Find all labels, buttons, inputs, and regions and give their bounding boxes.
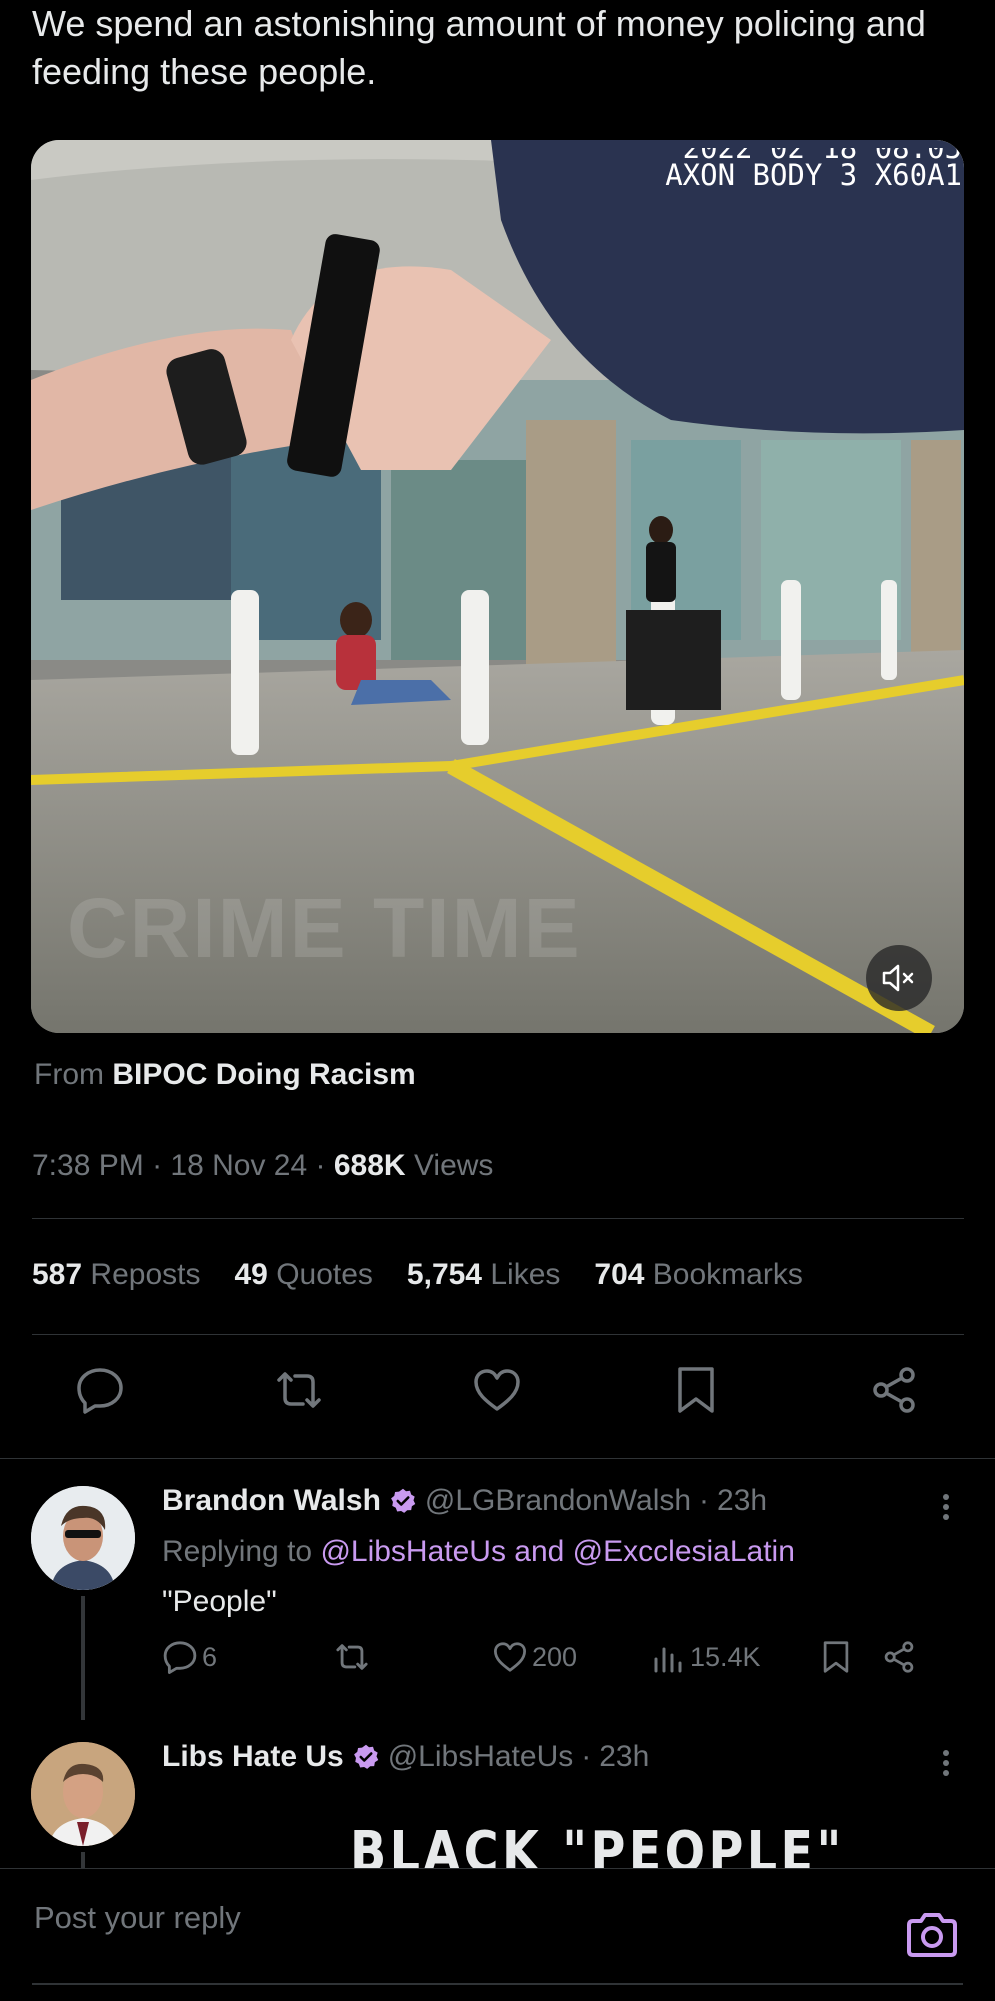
video-player[interactable]: 2022 02 18 08:05 AXON BODY 3 X60A1 CRIME… (31, 140, 964, 1033)
tweet-time[interactable]: 7:38 PM (32, 1149, 144, 1182)
stat-likes[interactable]: 5,754 Likes (407, 1258, 560, 1292)
separator: · (315, 1149, 326, 1182)
stat-bookmarks[interactable]: 704 Bookmarks (594, 1258, 802, 1292)
tweet-action-bar (32, 1362, 962, 1418)
reply-header: Libs Hate Us @LibsHateUs · 23h (162, 1740, 649, 1774)
divider (0, 1458, 995, 1459)
reply-button[interactable]: 6 (162, 1640, 332, 1674)
views-button[interactable]: 15.4K (652, 1641, 822, 1673)
bodycam-label: AXON BODY 3 X60A1 (665, 158, 962, 192)
repost-button[interactable] (271, 1362, 327, 1418)
share-button[interactable] (866, 1362, 922, 1418)
reply-action-bar: 6 200 15.4K (162, 1640, 942, 1674)
reply-composer (0, 1868, 995, 2001)
avatar-image (31, 1742, 135, 1846)
like-icon (494, 1642, 527, 1672)
watermark: CRIME TIME (67, 881, 582, 975)
replying-to: Replying to @LibsHateUs and @ExcclesiaLa… (162, 1535, 795, 1569)
separator: · (699, 1484, 710, 1517)
share-icon (884, 1641, 914, 1673)
tweet-date[interactable]: 18 Nov 24 (170, 1149, 307, 1182)
verified-badge-icon (391, 1488, 416, 1513)
repost-button[interactable] (332, 1640, 492, 1674)
stat-quotes[interactable]: 49 Quotes (234, 1258, 372, 1292)
separator: · (581, 1740, 592, 1773)
view-count: 15.4K (690, 1641, 761, 1672)
thread-line (81, 1596, 85, 1720)
more-options-button[interactable] (941, 1490, 951, 1524)
share-button[interactable] (882, 1640, 932, 1674)
composer-underline (32, 1983, 963, 1985)
engagement-stats: 587 Reposts 49 Quotes 5,754 Likes 704 Bo… (32, 1258, 803, 1292)
repost-icon (276, 1372, 321, 1408)
more-options-button[interactable] (941, 1746, 951, 1780)
volume-muted-icon (882, 964, 914, 992)
tweet-text: We spend an astonishing amount of money … (32, 3, 926, 92)
replying-prefix: Replying to (162, 1535, 313, 1568)
reply-header: Brandon Walsh @LGBrandonWalsh · 23h (162, 1484, 767, 1518)
source-name[interactable]: BIPOC Doing Racism (112, 1058, 415, 1091)
divider (32, 1334, 964, 1335)
mute-button[interactable] (866, 945, 932, 1011)
avatar[interactable] (31, 1486, 135, 1590)
reply-input[interactable] (32, 1887, 836, 1949)
bodycam-overlay: 2022 02 18 08:05 AXON BODY 3 X60A1 (665, 148, 962, 190)
reply-icon (77, 1368, 123, 1414)
avatar[interactable] (31, 1742, 135, 1846)
verified-badge-icon (353, 1744, 378, 1769)
views-label: Views (413, 1149, 494, 1182)
bookmark-icon (677, 1367, 714, 1413)
analytics-icon (654, 1647, 682, 1673)
views-count: 688K (333, 1149, 406, 1182)
separator: · (152, 1149, 163, 1182)
share-icon (873, 1367, 915, 1413)
source-prefix: From (34, 1058, 104, 1091)
author-handle[interactable]: @LibsHateUs (388, 1740, 574, 1774)
stat-reposts[interactable]: 587 Reposts (32, 1258, 200, 1292)
bookmark-button[interactable] (822, 1640, 882, 1674)
reply-icon (163, 1641, 197, 1674)
divider (32, 1218, 964, 1219)
camera-icon (907, 1913, 957, 1957)
like-button[interactable]: 200 (492, 1641, 652, 1673)
author-handle[interactable]: @LGBrandonWalsh (425, 1484, 691, 1518)
replying-to-links[interactable]: @LibsHateUs and @ExcclesiaLatin (320, 1535, 794, 1568)
author-name[interactable]: Brandon Walsh (162, 1484, 381, 1518)
tweet-meta: 7:38 PM · 18 Nov 24 · 688K Views (32, 1149, 493, 1183)
video-source[interactable]: From BIPOC Doing Racism (34, 1058, 416, 1092)
bookmark-button[interactable] (668, 1362, 724, 1418)
reply-count: 6 (202, 1641, 218, 1672)
repost-icon (336, 1644, 368, 1670)
author-name[interactable]: Libs Hate Us (162, 1740, 344, 1774)
reply-time[interactable]: 23h (599, 1740, 649, 1774)
reply-time[interactable]: 23h (717, 1484, 767, 1518)
reply-button[interactable] (72, 1362, 128, 1418)
like-button[interactable] (469, 1362, 525, 1418)
reply-text: "People" (162, 1585, 277, 1618)
like-icon (474, 1369, 520, 1411)
like-count: 200 (532, 1641, 578, 1672)
bookmark-icon (823, 1641, 849, 1673)
camera-button[interactable] (905, 1911, 959, 1964)
avatar-image (31, 1486, 135, 1590)
